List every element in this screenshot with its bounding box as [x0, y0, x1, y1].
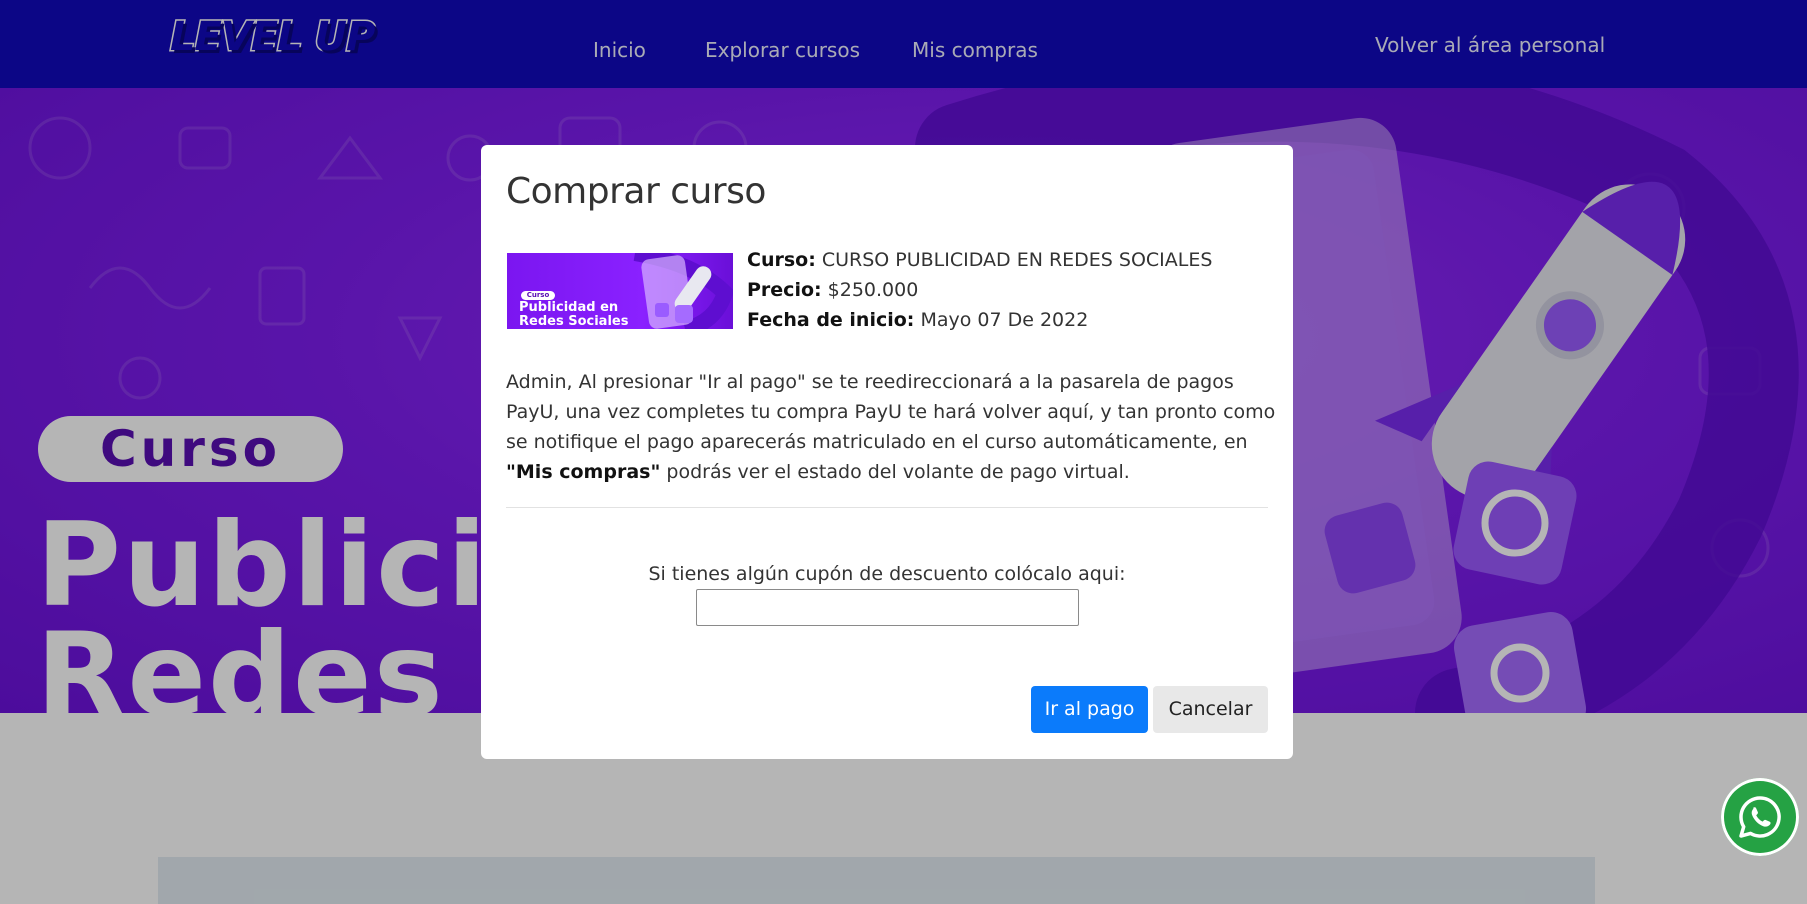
coupon-input[interactable]	[696, 589, 1079, 626]
course-start-date-value: Mayo 07 De 2022	[914, 309, 1089, 331]
modal-title: Comprar curso	[506, 171, 766, 212]
course-price-row: Precio: $250.000	[747, 279, 918, 301]
thumbnail-badge-text: Curso	[526, 291, 550, 299]
whatsapp-icon	[1739, 796, 1781, 838]
thumbnail-illustration	[633, 253, 733, 329]
course-start-date-row: Fecha de inicio: Mayo 07 De 2022	[747, 309, 1088, 331]
course-name-row: Curso: CURSO PUBLICIDAD EN REDES SOCIALE…	[747, 249, 1212, 271]
go-to-payment-button[interactable]: Ir al pago	[1031, 686, 1148, 733]
payment-instructions-part1: Admin, Al presionar "Ir al pago" se te r…	[506, 371, 1276, 453]
payment-instructions: Admin, Al presionar "Ir al pago" se te r…	[506, 367, 1276, 487]
course-price-value: $250.000	[821, 279, 919, 301]
course-name-label: Curso:	[747, 249, 816, 271]
course-name-value: CURSO PUBLICIDAD EN REDES SOCIALES	[815, 249, 1213, 271]
payment-instructions-mis-compras: "Mis compras"	[506, 461, 661, 483]
payment-instructions-part2: podrás ver el estado del volante de pago…	[660, 461, 1130, 483]
modal-divider	[506, 507, 1268, 508]
cancel-button[interactable]: Cancelar	[1153, 686, 1268, 733]
coupon-label: Si tienes algún cupón de descuento colóc…	[648, 563, 1126, 585]
thumbnail-title-line2: Redes Sociales	[519, 314, 629, 329]
course-start-date-label: Fecha de inicio:	[747, 309, 915, 331]
course-price-label: Precio:	[747, 279, 822, 301]
thumbnail-title-line1: Publicidad en	[519, 300, 619, 315]
whatsapp-button[interactable]	[1721, 778, 1799, 856]
purchase-course-modal: Comprar curso Curso Publicidad en Redes …	[481, 145, 1293, 759]
course-thumbnail: Curso Publicidad en Redes Sociales	[507, 253, 733, 329]
